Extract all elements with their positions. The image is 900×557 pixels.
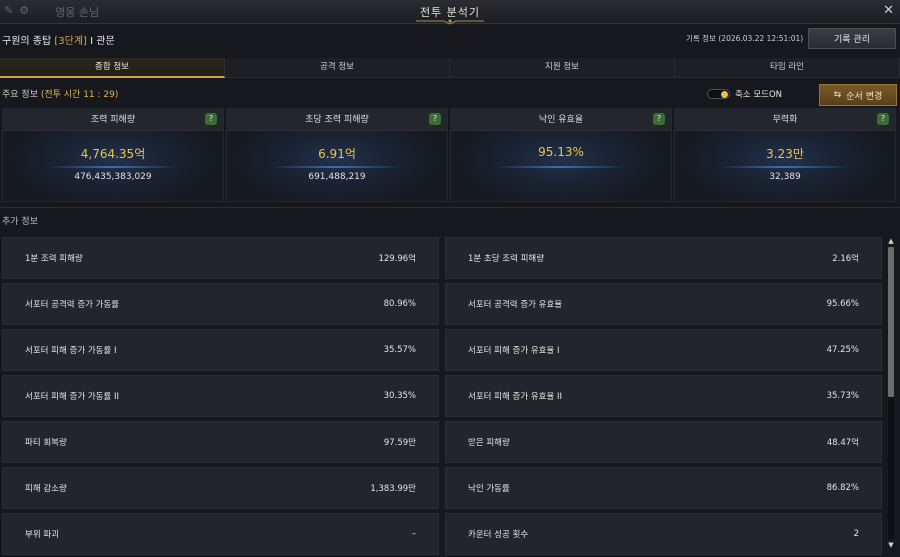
extra-value: 97.59만 (383, 438, 416, 448)
extra-row: 서포터 공격력 증가 유효율 95.66% (445, 283, 882, 325)
stat-card-assist-dps: 초당 조력 피해량 ? 6.91억 691,488,219 (226, 108, 448, 202)
extra-value: 129.96억 (378, 254, 416, 264)
card-title: 무력화 (675, 109, 895, 131)
extra-key: 서포터 피해 증가 가동률 I (25, 346, 117, 356)
stat-cards: 조력 피해량 ? 4,764.35억 476,435,383,029 초당 조력… (2, 108, 896, 202)
record-info: 기록 정보 (2026.03.22 12:51:01) (686, 34, 804, 43)
extra-value: – (411, 529, 416, 539)
card-glow (719, 166, 851, 168)
extra-key: 서포터 공격력 증가 유효율 (468, 300, 563, 310)
extra-key: 낙인 가동률 (468, 484, 510, 494)
stat-card-stagger: 무력화 ? 3.23만 32,389 (674, 108, 896, 202)
extra-row: 서포터 피해 증가 유효율 II 35.73% (445, 375, 882, 417)
card-value: 4,764.35억 (80, 147, 146, 161)
help-icon[interactable]: ? (877, 113, 889, 125)
title-bar: ✎ ⚙ 영웅 손님 전투 분석기 ✕ (0, 0, 900, 25)
extra-value: 35.57% (383, 345, 416, 355)
extra-value: 30.35% (383, 391, 416, 401)
card-value: 95.13% (538, 145, 584, 159)
help-icon[interactable]: ? (653, 113, 665, 125)
swap-icon: ⇆ (833, 90, 842, 100)
extra-row: 서포터 피해 증가 유효율 I 47.25% (445, 329, 882, 371)
help-icon[interactable]: ? (429, 113, 441, 125)
card-sub-value: 32,389 (769, 172, 801, 182)
extra-info-grid: 1분 조력 피해량 129.96억 1분 초당 조력 피해량 2.16억 서포터 공… (2, 237, 882, 557)
tab-overview[interactable]: 종합 정보 (0, 58, 225, 78)
card-sub-value: 691,488,219 (308, 172, 366, 182)
card-glow (271, 166, 403, 168)
dungeon-title: 구원의 종탑 [3단계] I 관문 (2, 32, 115, 47)
stat-card-brand-efficiency: 낙인 유효율 ? 95.13% (450, 108, 672, 202)
extra-value: 86.82% (826, 483, 859, 493)
extra-value: 48.47억 (826, 438, 859, 448)
main-info-label: 주요 정보 (전투 시간 11 : 29) (2, 87, 118, 100)
card-title: 조력 피해량 (3, 109, 223, 131)
extra-row: 카운터 성공 횟수 2 (445, 513, 882, 555)
card-glow (495, 166, 627, 168)
dungeon-gate: I 관문 (86, 36, 115, 47)
extra-key: 1분 초당 조력 피해량 (468, 254, 545, 264)
extra-key: 받은 피해량 (468, 438, 510, 448)
scroll-thumb[interactable] (888, 247, 894, 397)
extra-row: 1분 조력 피해량 129.96억 (2, 237, 439, 279)
dungeon-name: 구원의 종탑 (2, 36, 55, 47)
extra-value: 1,383.99만 (370, 484, 416, 494)
toggle-switch[interactable] (707, 89, 730, 99)
title-ornament (416, 19, 484, 25)
extra-key: 파티 회복량 (25, 438, 67, 448)
help-icon[interactable]: ? (205, 113, 217, 125)
extra-value: 47.25% (826, 345, 859, 355)
battle-time: (전투 시간 11 : 29) (40, 90, 119, 100)
close-icon[interactable]: ✕ (883, 3, 894, 18)
dungeon-stage: [3단계] (54, 36, 87, 47)
change-order-label: 순서 변경 (846, 91, 883, 102)
change-order-button[interactable]: ⇆ 순서 변경 (819, 84, 897, 106)
extra-key: 서포터 피해 증가 가동률 II (25, 392, 120, 402)
extra-key: 서포터 피해 증가 유효율 II (468, 392, 563, 402)
extra-row: 서포터 피해 증가 가동률 I 35.57% (2, 329, 439, 371)
compact-mode-toggle[interactable]: 축소 모드ON (707, 88, 782, 100)
tab-attack[interactable]: 공격 정보 (225, 58, 450, 78)
extra-value: 2 (853, 529, 859, 539)
extra-info-label: 추가 정보 (2, 217, 38, 227)
toggle-knob (721, 91, 728, 98)
card-glow (47, 166, 179, 168)
extra-value: 35.73% (826, 391, 859, 401)
extra-value: 95.66% (826, 299, 859, 309)
record-manage-button[interactable]: 기록 관리 (808, 28, 896, 49)
extra-key: 서포터 피해 증가 유효율 I (468, 346, 560, 356)
scroll-down-icon[interactable]: ▼ (886, 541, 896, 549)
extra-value: 80.96% (383, 299, 416, 309)
extra-row: 피해 감소량 1,383.99만 (2, 467, 439, 509)
card-title: 초당 조력 피해량 (227, 109, 447, 131)
scrollbar[interactable]: ▲ ▼ (886, 237, 896, 549)
extra-key: 부위 파괴 (25, 530, 59, 540)
scroll-up-icon[interactable]: ▲ (886, 237, 896, 245)
extra-row: 서포터 공격력 증가 가동률 80.96% (2, 283, 439, 325)
compact-mode-label: 축소 모드ON (735, 90, 783, 100)
header-row: 구원의 종탑 [3단계] I 관문 기록 정보 (2026.03.22 12:5… (0, 26, 900, 56)
extra-row: 서포터 피해 증가 가동률 II 30.35% (2, 375, 439, 417)
extra-value: 2.16억 (832, 254, 859, 264)
extra-key: 1분 조력 피해량 (25, 254, 83, 264)
extra-row: 1분 초당 조력 피해량 2.16억 (445, 237, 882, 279)
extra-row: 낙인 가동률 86.82% (445, 467, 882, 509)
extra-row: 받은 피해량 48.47억 (445, 421, 882, 463)
extra-key: 카운터 성공 횟수 (468, 530, 529, 540)
stat-card-assist-damage: 조력 피해량 ? 4,764.35억 476,435,383,029 (2, 108, 224, 202)
extra-row: 파티 회복량 97.59만 (2, 421, 439, 463)
card-title: 낙인 유효율 (451, 109, 671, 131)
extra-key: 피해 감소량 (25, 484, 67, 494)
card-sub-value: 476,435,383,029 (74, 172, 152, 182)
tab-timeline[interactable]: 타임 라인 (675, 58, 900, 78)
extra-row: 부위 파괴 – (2, 513, 439, 555)
card-value: 6.91억 (318, 147, 356, 161)
tab-support[interactable]: 지원 정보 (450, 58, 675, 78)
extra-key: 서포터 공격력 증가 가동률 (25, 300, 120, 310)
main-info-title: 주요 정보 (2, 90, 41, 100)
section-divider (0, 207, 900, 208)
tab-bar: 종합 정보 공격 정보 지원 정보 타임 라인 (0, 58, 900, 78)
card-value: 3.23만 (766, 147, 804, 161)
